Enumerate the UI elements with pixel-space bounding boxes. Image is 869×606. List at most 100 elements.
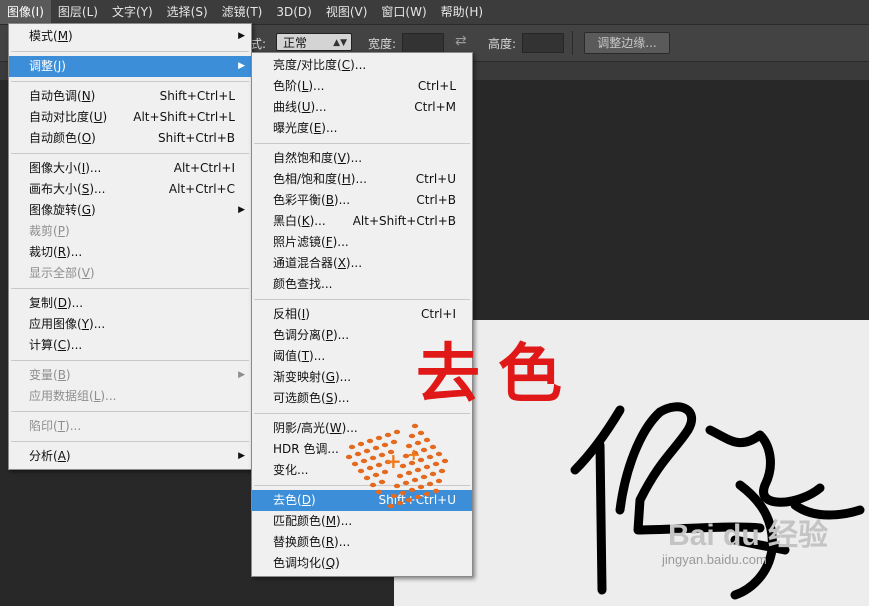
menu-item-label-suffix: ) bbox=[65, 449, 71, 463]
pointer-dot bbox=[390, 493, 398, 499]
menu-item-label: 裁剪( bbox=[29, 224, 58, 238]
menubar-item[interactable]: 选择(S) bbox=[160, 0, 215, 24]
menu-item-label-suffix: ) bbox=[65, 368, 71, 382]
width-label: 宽度: bbox=[368, 37, 397, 51]
menubar-item[interactable]: 滤镜(T) bbox=[215, 0, 270, 24]
menu-item-mnemonic: M bbox=[57, 29, 69, 43]
width-input[interactable] bbox=[402, 33, 444, 53]
menu-item[interactable]: 裁切(R)... bbox=[9, 242, 251, 263]
menu-item-label: HDR 色调... bbox=[273, 442, 339, 456]
menu-item-label-suffix: ) bbox=[68, 29, 73, 43]
pointer-dot bbox=[423, 491, 431, 497]
menu-item[interactable]: 颜色查找... bbox=[252, 274, 472, 295]
menu-item[interactable]: 反相(I) Ctrl+I bbox=[252, 304, 472, 325]
menu-item[interactable]: 色阶(L)... Ctrl+L bbox=[252, 76, 472, 97]
menu-item: 变量(B) ▶ bbox=[9, 365, 251, 386]
menu-item-label: 变量( bbox=[29, 368, 58, 382]
menu-item: 应用数据组(L)... bbox=[9, 386, 251, 407]
pointer-dot bbox=[420, 447, 428, 453]
menu-item-mnemonic: D bbox=[57, 296, 67, 310]
menu-item[interactable]: 曲线(U)... Ctrl+M bbox=[252, 97, 472, 118]
menu-item[interactable]: 色调均化(Q) bbox=[252, 553, 472, 574]
menu-item[interactable]: 画布大小(S)... Alt+Ctrl+C bbox=[9, 179, 251, 200]
menu-item-shortcut: Ctrl+B bbox=[416, 193, 456, 207]
menu-item-label-suffix: )... bbox=[309, 349, 326, 363]
menu-item-shortcut: Ctrl+M bbox=[414, 100, 456, 114]
menu-item-label-suffix: )... bbox=[333, 193, 351, 207]
separator bbox=[572, 31, 573, 55]
menubar-item[interactable]: 图层(L) bbox=[51, 0, 105, 24]
menu-item[interactable]: 自动颜色(O) Shift+Ctrl+B bbox=[9, 128, 251, 149]
menu-item[interactable]: 调整(J) ▶ bbox=[9, 56, 251, 77]
refine-edge-button[interactable]: 调整边缘... bbox=[584, 32, 670, 54]
menu-item[interactable]: 自动对比度(U) Alt+Shift+Ctrl+L bbox=[9, 107, 251, 128]
pointer-dot bbox=[360, 458, 368, 464]
menu-item-label: 自动对比度( bbox=[29, 110, 94, 124]
menu-item[interactable]: 色相/饱和度(H)... Ctrl+U bbox=[252, 169, 472, 190]
menu-item[interactable]: 分析(A) ▶ bbox=[9, 446, 251, 467]
menu-item[interactable]: 自然饱和度(V)... bbox=[252, 148, 472, 169]
menu-item-label: 计算( bbox=[29, 338, 58, 352]
menu-item[interactable]: 替换颜色(R)... bbox=[252, 532, 472, 553]
pointer-dot bbox=[384, 432, 392, 438]
menu-item[interactable]: 图像旋转(G) ▶ bbox=[9, 200, 251, 221]
menu-item-label: 阴影/高光( bbox=[273, 421, 330, 435]
submenu-arrow-icon: ▶ bbox=[238, 370, 245, 380]
menu-item[interactable]: 曝光度(E)... bbox=[252, 118, 472, 139]
menu-item-mnemonic: H bbox=[341, 172, 351, 186]
chevron-updown-icon: ▲▼ bbox=[333, 38, 347, 48]
menubar-item[interactable]: 窗口(W) bbox=[374, 0, 433, 24]
menu-item-label-suffix: )... bbox=[334, 535, 351, 549]
pointer-dot bbox=[354, 451, 362, 457]
menu-divider bbox=[11, 153, 249, 154]
menu-item-shortcut: Ctrl+I bbox=[421, 307, 456, 321]
menu-item-label: 画布大小( bbox=[29, 182, 82, 196]
menu-item: 陷印(T)... bbox=[9, 416, 251, 437]
menu-item-mnemonic: G bbox=[325, 370, 335, 384]
menu-item: 显示全部(V) bbox=[9, 263, 251, 284]
menu-item[interactable]: 自动色调(N) Shift+Ctrl+L bbox=[9, 86, 251, 107]
menu-item[interactable]: 黑白(K)... Alt+Shift+Ctrl+B bbox=[252, 211, 472, 232]
menu-item-label: 裁切( bbox=[29, 245, 58, 259]
menubar-item[interactable]: 视图(V) bbox=[319, 0, 375, 24]
menu-item[interactable]: 亮度/对比度(C)... bbox=[252, 55, 472, 76]
menu-item-mnemonic: T bbox=[57, 419, 66, 433]
menu-item-mnemonic: X bbox=[337, 256, 346, 270]
menubar-item[interactable]: 图像(I) bbox=[0, 0, 51, 24]
menu-item[interactable]: 色彩平衡(B)... Ctrl+B bbox=[252, 190, 472, 211]
svg-text:+: + bbox=[407, 445, 420, 464]
menu-item-mnemonic: C bbox=[57, 338, 67, 352]
menu-divider bbox=[11, 360, 249, 361]
menu-item-label: 自动色调( bbox=[29, 89, 82, 103]
pointer-dot bbox=[411, 423, 419, 429]
menu-item-shortcut: Alt+Shift+Ctrl+L bbox=[133, 110, 235, 124]
menu-item[interactable]: 计算(C)... bbox=[9, 335, 251, 356]
swap-icon[interactable]: ⇄ bbox=[455, 33, 467, 49]
menu-item-mnemonic: D bbox=[301, 493, 311, 507]
menu-item-label: 应用图像( bbox=[29, 317, 82, 331]
menu-item-mnemonic: O bbox=[81, 131, 92, 145]
menu-item-label-suffix: ) bbox=[335, 556, 340, 570]
menu-item[interactable]: 图像大小(I)... Alt+Ctrl+I bbox=[9, 158, 251, 179]
menubar-item[interactable]: 文字(Y) bbox=[105, 0, 160, 24]
menu-item[interactable]: 模式(M) ▶ bbox=[9, 26, 251, 47]
menu-item[interactable]: 通道混合器(X)... bbox=[252, 253, 472, 274]
menu-item[interactable]: 照片滤镜(F)... bbox=[252, 232, 472, 253]
pointer-dot bbox=[420, 474, 428, 480]
height-input[interactable] bbox=[522, 33, 564, 53]
pointer-dot bbox=[345, 454, 353, 460]
menubar-item[interactable]: 3D(D) bbox=[269, 0, 318, 24]
pointer-dot bbox=[405, 497, 413, 503]
menu-item-mnemonic: V bbox=[337, 151, 346, 165]
menu-item-label-suffix: )... bbox=[308, 79, 325, 93]
annotation-text: 去色 bbox=[416, 337, 580, 412]
menu-item-label-suffix: )... bbox=[66, 245, 83, 259]
style-select[interactable]: 正常 ▲▼ bbox=[276, 33, 352, 51]
menu-divider bbox=[11, 441, 249, 442]
menu-item[interactable]: 复制(D)... bbox=[9, 293, 251, 314]
menu-item[interactable]: 应用图像(Y)... bbox=[9, 314, 251, 335]
baidu-watermark: Bai du 经验 jingyan.baidu.com bbox=[662, 520, 828, 568]
menubar-item[interactable]: 帮助(H) bbox=[434, 0, 490, 24]
menu-item-mnemonic: C bbox=[341, 58, 351, 72]
menu-item-label: 复制( bbox=[29, 296, 58, 310]
